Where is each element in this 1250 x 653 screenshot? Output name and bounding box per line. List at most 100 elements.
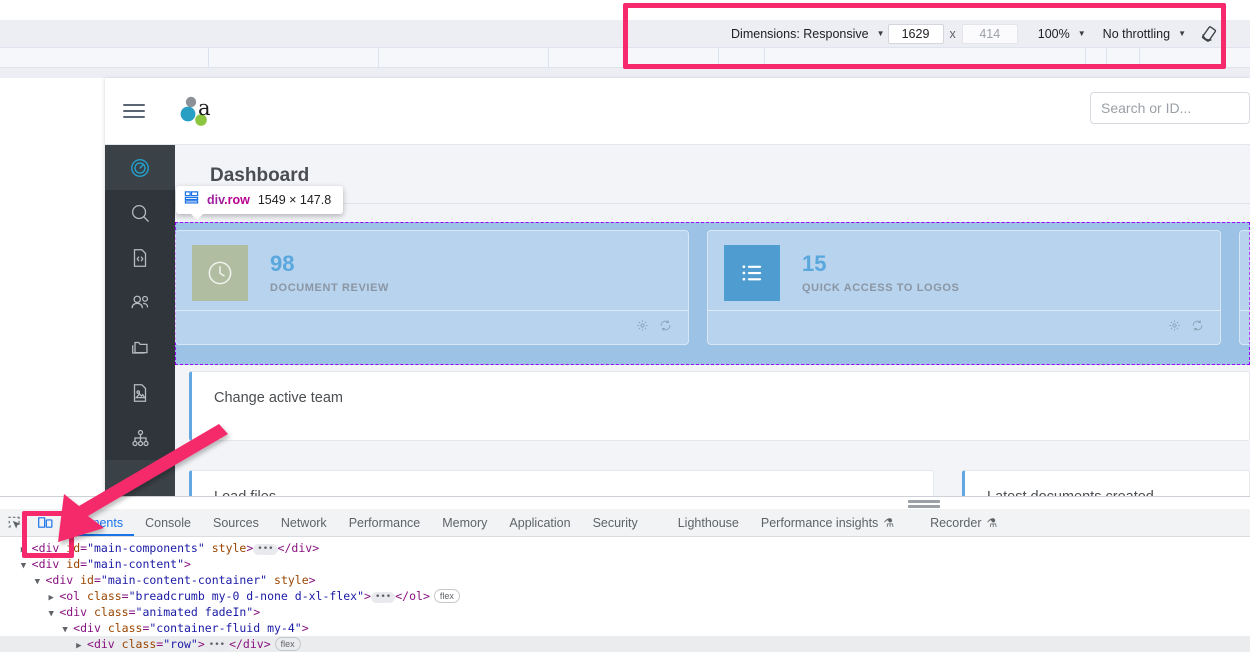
devtools-panel: Elements Console Sources Network Perform… [0, 496, 1250, 653]
refresh-icon[interactable] [1191, 319, 1204, 337]
card-third-partial[interactable] [1239, 230, 1250, 345]
device-toolbar-icon[interactable] [30, 510, 60, 536]
panel-change-active-team[interactable]: Change active team [189, 371, 1250, 441]
expand-ellipsis-icon[interactable]: ••• [205, 640, 229, 651]
expand-twisty-icon[interactable]: ▶ [48, 593, 59, 603]
card-footer [708, 310, 1220, 344]
rotate-screen-icon[interactable] [1196, 23, 1222, 45]
collapse-twisty-icon[interactable]: ▼ [48, 609, 59, 619]
flex-badge[interactable]: flex [434, 589, 460, 603]
card-body: 98 DOCUMENT REVIEW [176, 231, 688, 301]
dom-tree-line[interactable]: ▼ <div class="animated fadeIn"> [0, 604, 1250, 620]
tab-label: Security [593, 516, 638, 530]
tab-memory[interactable]: Memory [431, 509, 498, 536]
throttling-select[interactable]: No throttling ▼ [1099, 27, 1186, 41]
expand-ellipsis-icon[interactable]: ••• [371, 592, 395, 603]
devtools-tabbar: Elements Console Sources Network Perform… [0, 509, 1250, 537]
viewport-ruler [0, 47, 1250, 68]
svg-text:a: a [198, 96, 211, 120]
sidebar-item-folders[interactable] [105, 325, 175, 370]
screen-root: Dimensions: Responsive ▼ 1629 x 414 100%… [0, 0, 1250, 653]
tab-recorder[interactable]: Recorder ⚗ [919, 509, 1008, 536]
list-icon [724, 245, 780, 301]
inspect-element-icon[interactable] [0, 510, 30, 536]
dom-tree-line[interactable]: ▼ <div id="main-content"> [0, 556, 1250, 572]
tab-elements[interactable]: Elements [60, 509, 134, 536]
tab-console[interactable]: Console [134, 509, 202, 536]
dom-tree-line[interactable]: ▼ <div id="main-content-container" style… [0, 572, 1250, 588]
card-text: 98 DOCUMENT REVIEW [270, 252, 389, 293]
viewport-backdrop [0, 68, 1250, 78]
card-body: 15 QUICK ACCESS TO LOGOS [708, 231, 1220, 301]
chevron-down-icon: ▼ [877, 29, 885, 38]
card-document-review[interactable]: 98 DOCUMENT REVIEW [175, 230, 689, 345]
hamburger-menu-icon[interactable] [123, 104, 165, 118]
tab-security[interactable]: Security [582, 509, 649, 536]
dom-tree-line[interactable]: ▶ <div class="row">•••</div>flex [0, 636, 1250, 652]
tab-performance-insights[interactable]: Performance insights ⚗ [750, 509, 905, 536]
card-footer [1240, 310, 1250, 344]
tab-label: Sources [213, 516, 259, 530]
dom-tree-line[interactable]: ▶ <ol class="breadcrumb my-0 d-none d-xl… [0, 588, 1250, 604]
device-toolbar-top-band [0, 0, 1250, 20]
chevron-down-icon: ▼ [1178, 29, 1186, 38]
inspector-tooltip: div.row 1549 × 147.8 [176, 186, 343, 214]
dimension-separator: x [947, 27, 959, 41]
tab-performance[interactable]: Performance [338, 509, 432, 536]
flask-icon: ⚗ [987, 516, 998, 530]
refresh-icon[interactable] [659, 319, 672, 337]
tab-label: Console [145, 516, 191, 530]
sidebar-item-search[interactable] [105, 190, 175, 235]
collapse-twisty-icon[interactable]: ▼ [62, 625, 73, 635]
dimensions-label: Dimensions: Responsive [727, 27, 873, 41]
clock-icon [192, 245, 248, 301]
dom-tree-line[interactable]: ▶ <div id="main-components" style>•••</d… [0, 540, 1250, 556]
collapse-twisty-icon[interactable]: ▼ [21, 561, 32, 571]
sidebar-item-users[interactable] [105, 280, 175, 325]
sidebar-item-dashboard[interactable] [105, 145, 175, 190]
devtools-resize-handle[interactable] [908, 500, 940, 508]
zoom-select[interactable]: 100% ▼ [1034, 27, 1086, 41]
zoom-label: 100% [1034, 27, 1074, 41]
sidebar-item-organization[interactable] [105, 415, 175, 460]
tab-sources[interactable]: Sources [202, 509, 270, 536]
card-footer [176, 310, 688, 344]
tab-label: Performance [349, 516, 421, 530]
card-label: DOCUMENT REVIEW [270, 282, 389, 294]
tab-label: Elements [71, 516, 123, 530]
sidebar-item-image-document[interactable] [105, 370, 175, 415]
page-title: Dashboard [175, 145, 1250, 187]
tab-label: Lighthouse [678, 516, 739, 530]
sidebar-item-code-document[interactable] [105, 235, 175, 280]
expand-twisty-icon[interactable]: ▶ [76, 641, 87, 651]
card-quick-access-to-logos[interactable]: 15 QUICK ACCESS TO LOGOS [707, 230, 1221, 345]
tab-label: Performance insights [761, 516, 878, 530]
app-header: a Search or ID... [105, 78, 1250, 145]
flask-icon: ⚗ [883, 516, 894, 530]
dom-tree[interactable]: ▶ <div id="main-components" style>•••</d… [0, 538, 1250, 653]
throttling-label: No throttling [1099, 27, 1174, 41]
gear-icon[interactable] [1168, 319, 1181, 337]
expand-twisty-icon[interactable]: ▶ [21, 545, 32, 555]
inspected-dimensions: 1549 × 147.8 [258, 193, 331, 207]
card-value: 98 [270, 252, 389, 276]
flex-badge[interactable]: flex [275, 637, 301, 651]
tab-label: Application [509, 516, 570, 530]
sidebar-item-terminal[interactable] [105, 460, 175, 496]
viewport-width-input[interactable]: 1629 [888, 24, 944, 44]
viewport-height-input[interactable]: 414 [962, 24, 1018, 44]
app-logo[interactable]: a [177, 91, 223, 131]
search-input[interactable]: Search or ID... [1090, 92, 1250, 124]
collapse-twisty-icon[interactable]: ▼ [35, 577, 46, 587]
tab-application[interactable]: Application [498, 509, 581, 536]
tab-lighthouse[interactable]: Lighthouse [667, 509, 750, 536]
dom-tree-line[interactable]: ▼ <div class="container-fluid my-4"> [0, 620, 1250, 636]
dimensions-select[interactable]: Dimensions: Responsive ▼ [727, 27, 884, 41]
panel-title: Change active team [192, 372, 1249, 406]
gear-icon[interactable] [636, 319, 649, 337]
app-sidebar-rail [105, 145, 175, 496]
tab-network[interactable]: Network [270, 509, 338, 536]
expand-ellipsis-icon[interactable]: ••• [253, 544, 277, 555]
grid-layout-icon [184, 190, 199, 210]
tab-label: Recorder [930, 516, 981, 530]
